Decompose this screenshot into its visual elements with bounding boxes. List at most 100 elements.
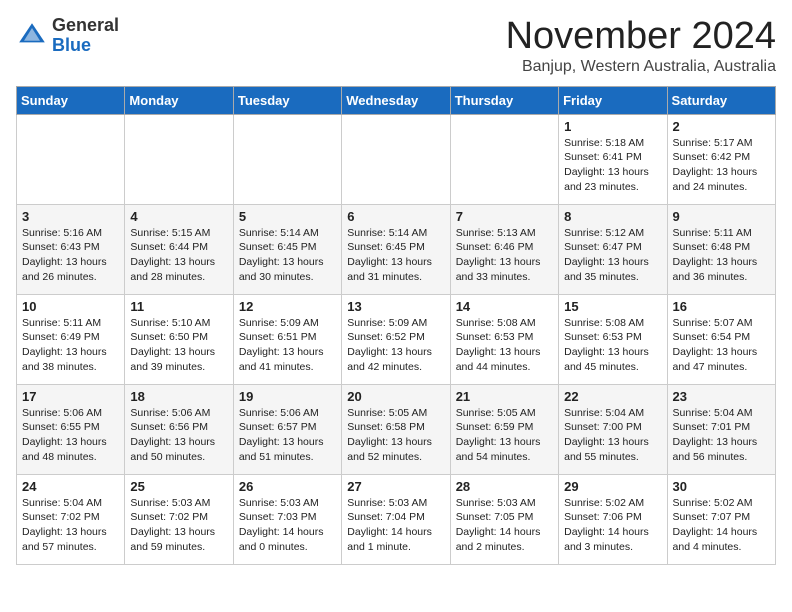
day-info: Sunrise: 5:08 AM Sunset: 6:53 PM Dayligh… <box>564 316 661 375</box>
day-info: Sunrise: 5:10 AM Sunset: 6:50 PM Dayligh… <box>130 316 227 375</box>
week-row-1: 3 Sunrise: 5:16 AM Sunset: 6:43 PM Daylig… <box>17 204 776 294</box>
day-info: Sunrise: 5:14 AM Sunset: 6:45 PM Dayligh… <box>239 226 336 285</box>
day-info: Sunrise: 5:03 AM Sunset: 7:05 PM Dayligh… <box>456 496 553 555</box>
day-number: 21 <box>456 389 553 404</box>
calendar-table: SundayMondayTuesdayWednesdayThursdayFrid… <box>16 86 776 565</box>
day-number: 3 <box>22 209 119 224</box>
day-info: Sunrise: 5:03 AM Sunset: 7:03 PM Dayligh… <box>239 496 336 555</box>
day-number: 8 <box>564 209 661 224</box>
day-cell: 17Sunrise: 5:06 AM Sunset: 6:55 PM Dayli… <box>17 384 125 474</box>
day-cell: 13 Sunrise: 5:09 AM Sunset: 6:52 PM Dayli… <box>342 294 450 384</box>
day-number: 22 <box>564 389 661 404</box>
day-info: Sunrise: 5:08 AM Sunset: 6:53 PM Dayligh… <box>456 316 553 375</box>
day-cell: 5Sunrise: 5:14 AM Sunset: 6:45 PM Daylig… <box>233 204 341 294</box>
day-cell <box>233 114 341 204</box>
day-number: 18 <box>130 389 227 404</box>
day-info: Sunrise: 5:02 AM Sunset: 7:06 PM Dayligh… <box>564 496 661 555</box>
header-row: SundayMondayTuesdayWednesdayThursdayFrid… <box>17 86 776 114</box>
day-cell: 21Sunrise: 5:05 AM Sunset: 6:59 PM Dayli… <box>450 384 558 474</box>
header-cell-thursday: Thursday <box>450 86 558 114</box>
day-info: Sunrise: 5:09 AM Sunset: 6:52 PM Dayligh… <box>347 316 444 375</box>
day-cell <box>342 114 450 204</box>
day-number: 26 <box>239 479 336 494</box>
day-cell <box>125 114 233 204</box>
week-row-0: 1Sunrise: 5:18 AM Sunset: 6:41 PM Daylig… <box>17 114 776 204</box>
day-cell: 11 Sunrise: 5:10 AM Sunset: 6:50 PM Dayli… <box>125 294 233 384</box>
day-info: Sunrise: 5:04 AM Sunset: 7:02 PM Dayligh… <box>22 496 119 555</box>
day-number: 24 <box>22 479 119 494</box>
day-cell: 9Sunrise: 5:11 AM Sunset: 6:48 PM Daylig… <box>667 204 775 294</box>
day-info: Sunrise: 5:02 AM Sunset: 7:07 PM Dayligh… <box>673 496 770 555</box>
day-number: 25 <box>130 479 227 494</box>
day-cell: 20Sunrise: 5:05 AM Sunset: 6:58 PM Dayli… <box>342 384 450 474</box>
day-cell: 15Sunrise: 5:08 AM Sunset: 6:53 PM Dayli… <box>559 294 667 384</box>
day-cell: 10 Sunrise: 5:11 AM Sunset: 6:49 PM Dayli… <box>17 294 125 384</box>
day-cell: 24 Sunrise: 5:04 AM Sunset: 7:02 PM Dayli… <box>17 474 125 564</box>
day-number: 29 <box>564 479 661 494</box>
location-title: Banjup, Western Australia, Australia <box>506 58 776 76</box>
day-cell: 19 Sunrise: 5:06 AM Sunset: 6:57 PM Dayli… <box>233 384 341 474</box>
day-cell <box>450 114 558 204</box>
day-cell: 7 Sunrise: 5:13 AM Sunset: 6:46 PM Daylig… <box>450 204 558 294</box>
day-cell: 27 Sunrise: 5:03 AM Sunset: 7:04 PM Dayli… <box>342 474 450 564</box>
logo: General Blue <box>16 16 119 56</box>
day-cell: 6 Sunrise: 5:14 AM Sunset: 6:45 PM Daylig… <box>342 204 450 294</box>
day-info: Sunrise: 5:04 AM Sunset: 7:00 PM Dayligh… <box>564 406 661 465</box>
day-cell: 18Sunrise: 5:06 AM Sunset: 6:56 PM Dayli… <box>125 384 233 474</box>
day-cell: 25 Sunrise: 5:03 AM Sunset: 7:02 PM Dayli… <box>125 474 233 564</box>
day-number: 12 <box>239 299 336 314</box>
day-cell: 16 Sunrise: 5:07 AM Sunset: 6:54 PM Dayli… <box>667 294 775 384</box>
day-info: Sunrise: 5:03 AM Sunset: 7:02 PM Dayligh… <box>130 496 227 555</box>
header-cell-friday: Friday <box>559 86 667 114</box>
day-number: 9 <box>673 209 770 224</box>
day-info: Sunrise: 5:03 AM Sunset: 7:04 PM Dayligh… <box>347 496 444 555</box>
logo-general-text: General <box>52 16 119 36</box>
day-cell: 3 Sunrise: 5:16 AM Sunset: 6:43 PM Daylig… <box>17 204 125 294</box>
day-number: 10 <box>22 299 119 314</box>
day-info: Sunrise: 5:04 AM Sunset: 7:01 PM Dayligh… <box>673 406 770 465</box>
day-cell: 30 Sunrise: 5:02 AM Sunset: 7:07 PM Dayli… <box>667 474 775 564</box>
day-info: Sunrise: 5:05 AM Sunset: 6:58 PM Dayligh… <box>347 406 444 465</box>
logo-text: General Blue <box>52 16 119 56</box>
day-cell: 23Sunrise: 5:04 AM Sunset: 7:01 PM Dayli… <box>667 384 775 474</box>
day-info: Sunrise: 5:15 AM Sunset: 6:44 PM Dayligh… <box>130 226 227 285</box>
day-cell: 14 Sunrise: 5:08 AM Sunset: 6:53 PM Dayli… <box>450 294 558 384</box>
day-number: 7 <box>456 209 553 224</box>
title-block: November 2024 Banjup, Western Australia,… <box>506 16 776 76</box>
page-header: General Blue November 2024 Banjup, Weste… <box>16 16 776 76</box>
day-number: 4 <box>130 209 227 224</box>
day-info: Sunrise: 5:12 AM Sunset: 6:47 PM Dayligh… <box>564 226 661 285</box>
header-cell-monday: Monday <box>125 86 233 114</box>
day-number: 13 <box>347 299 444 314</box>
day-cell: 12 Sunrise: 5:09 AM Sunset: 6:51 PM Dayli… <box>233 294 341 384</box>
day-cell: 4 Sunrise: 5:15 AM Sunset: 6:44 PM Daylig… <box>125 204 233 294</box>
day-info: Sunrise: 5:16 AM Sunset: 6:43 PM Dayligh… <box>22 226 119 285</box>
day-number: 19 <box>239 389 336 404</box>
day-info: Sunrise: 5:13 AM Sunset: 6:46 PM Dayligh… <box>456 226 553 285</box>
day-cell: 29 Sunrise: 5:02 AM Sunset: 7:06 PM Dayli… <box>559 474 667 564</box>
logo-blue-text: Blue <box>52 36 119 56</box>
day-number: 14 <box>456 299 553 314</box>
day-number: 16 <box>673 299 770 314</box>
month-title: November 2024 <box>506 16 776 58</box>
day-info: Sunrise: 5:06 AM Sunset: 6:55 PM Dayligh… <box>22 406 119 465</box>
day-cell: 28Sunrise: 5:03 AM Sunset: 7:05 PM Dayli… <box>450 474 558 564</box>
day-cell <box>17 114 125 204</box>
day-info: Sunrise: 5:06 AM Sunset: 6:57 PM Dayligh… <box>239 406 336 465</box>
day-info: Sunrise: 5:09 AM Sunset: 6:51 PM Dayligh… <box>239 316 336 375</box>
day-info: Sunrise: 5:07 AM Sunset: 6:54 PM Dayligh… <box>673 316 770 375</box>
day-number: 30 <box>673 479 770 494</box>
day-info: Sunrise: 5:18 AM Sunset: 6:41 PM Dayligh… <box>564 136 661 195</box>
day-info: Sunrise: 5:17 AM Sunset: 6:42 PM Dayligh… <box>673 136 770 195</box>
week-row-4: 24 Sunrise: 5:04 AM Sunset: 7:02 PM Dayli… <box>17 474 776 564</box>
day-info: Sunrise: 5:14 AM Sunset: 6:45 PM Dayligh… <box>347 226 444 285</box>
day-cell: 8 Sunrise: 5:12 AM Sunset: 6:47 PM Daylig… <box>559 204 667 294</box>
header-cell-wednesday: Wednesday <box>342 86 450 114</box>
day-cell: 1Sunrise: 5:18 AM Sunset: 6:41 PM Daylig… <box>559 114 667 204</box>
day-number: 6 <box>347 209 444 224</box>
week-row-3: 17Sunrise: 5:06 AM Sunset: 6:55 PM Dayli… <box>17 384 776 474</box>
day-info: Sunrise: 5:11 AM Sunset: 6:49 PM Dayligh… <box>22 316 119 375</box>
day-number: 27 <box>347 479 444 494</box>
day-number: 11 <box>130 299 227 314</box>
logo-icon <box>16 20 48 52</box>
